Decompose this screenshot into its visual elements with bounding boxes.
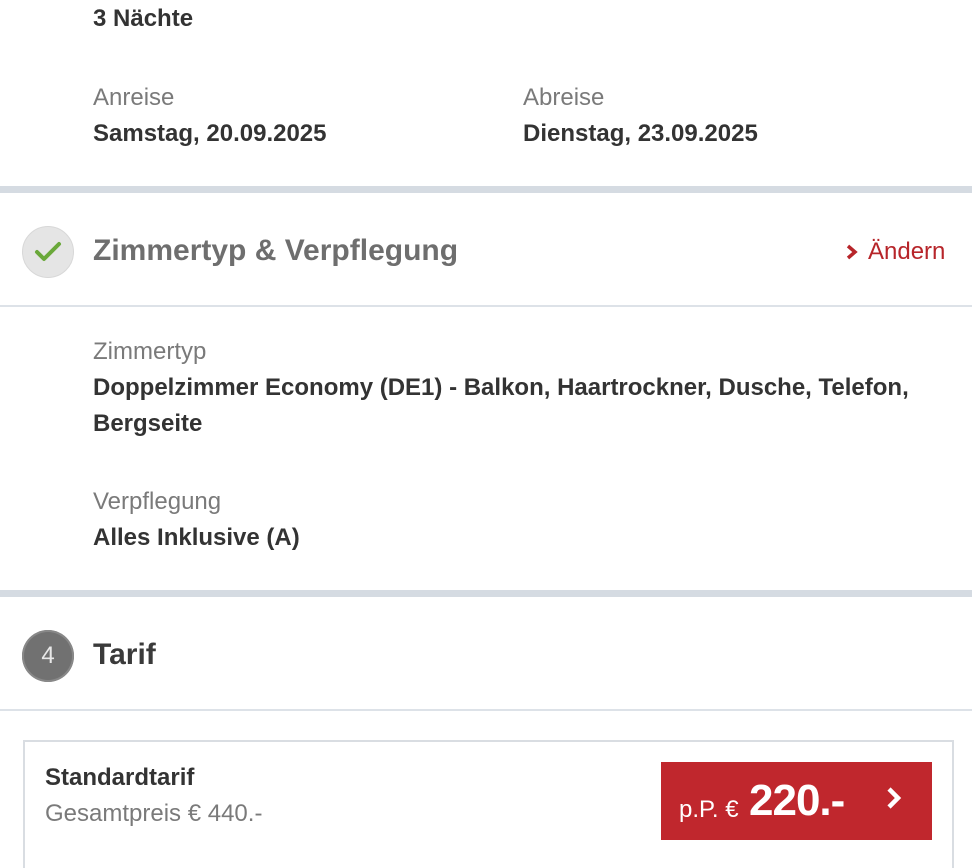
change-room-link[interactable]: Ändern [846,238,945,266]
step-complete-indicator [22,226,74,278]
booking-summary-page: 3 Nächte Anreise Samstag, 20.09.2025 Abr… [0,0,972,868]
per-person-prefix: p.P. € [679,796,739,823]
checkmark-icon [35,242,61,261]
change-link-label: Ändern [868,238,946,265]
select-tariff-button[interactable]: p.P. € 220.- [661,762,932,840]
section-header-divider [0,305,972,307]
step-number: 4 [41,642,55,669]
board-label: Verpflegung [93,488,222,515]
nights-count: 3 Nächte [93,5,194,32]
room-type-label: Zimmertyp [93,338,207,365]
departure-label: Abreise [523,84,605,111]
arrival-date: Samstag, 20.09.2025 [93,120,327,147]
step-number-indicator: 4 [22,630,74,682]
tariff-total-price: Gesamtpreis € 440.- [45,800,263,827]
tariff-section-title: Tarif [93,638,156,671]
board-value: Alles Inklusive (A) [93,524,300,551]
room-type-value-line1: Doppelzimmer Economy (DE1) - Balkon, Haa… [93,374,909,401]
room-section-title: Zimmertyp & Verpflegung [93,234,459,267]
chevron-right-icon [887,787,902,809]
section-divider [0,590,972,597]
section-divider [0,186,972,193]
section-header-divider [0,709,972,711]
chevron-right-icon [846,244,858,260]
per-person-price: 220.- [749,776,845,825]
tariff-name: Standardtarif [45,764,195,791]
room-type-value-line2: Bergseite [93,410,203,437]
departure-date: Dienstag, 23.09.2025 [523,120,758,147]
arrival-label: Anreise [93,84,175,111]
